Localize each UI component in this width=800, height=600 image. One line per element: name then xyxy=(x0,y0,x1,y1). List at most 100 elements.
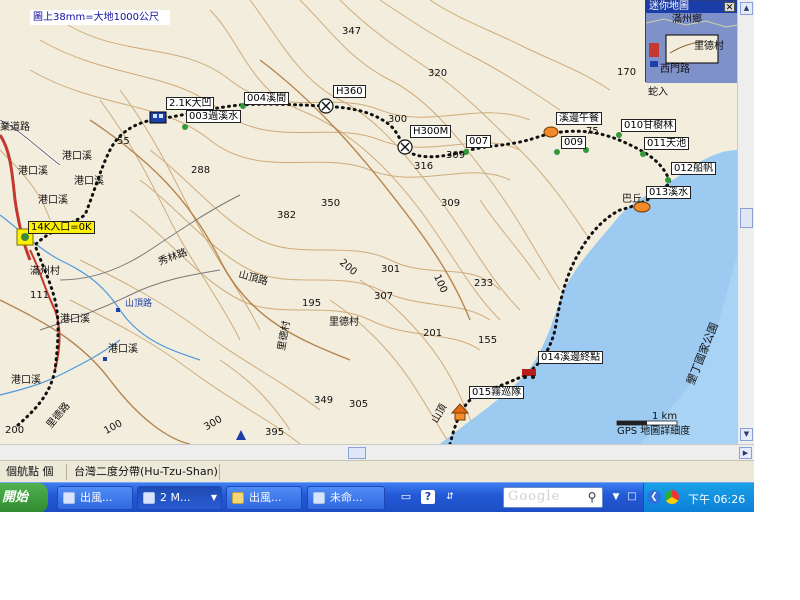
place-label: 港口溪 xyxy=(11,375,41,386)
taskbar-item[interactable]: 未命... xyxy=(307,486,385,510)
place-label: 里德村 xyxy=(329,317,359,328)
status-waypoint-count: 個航點 個 xyxy=(6,465,54,478)
place-label: 港口溪 xyxy=(108,344,138,355)
waypoint-label-start[interactable]: 14K入口=0K xyxy=(28,221,95,234)
screen: 圖上38mm=大地1000公尺 347 320 170 蛇入 300 288 3… xyxy=(0,0,754,512)
paint-icon xyxy=(313,492,325,504)
taskbar-item-label: 出風... xyxy=(249,491,282,504)
restore-icon[interactable]: □ xyxy=(625,490,639,504)
elevation-label: 55 xyxy=(117,136,130,147)
map-scale-note: 圖上38mm=大地1000公尺 xyxy=(30,10,170,25)
place-label: 港口溪 xyxy=(38,195,68,206)
help-icon[interactable]: ? xyxy=(421,490,435,504)
search-dropdown-icon[interactable]: ▼ xyxy=(609,490,623,504)
place-label: 港口溪 xyxy=(60,314,90,325)
collapse-tray-icon[interactable]: ❮ xyxy=(647,490,661,504)
elevation-label: 307 xyxy=(374,291,394,302)
elevation-label: 309 xyxy=(446,150,466,161)
waypoint-label[interactable]: 2.1K大凹 xyxy=(166,97,215,110)
taskbar-item-label: 2 M... xyxy=(160,491,191,504)
place-label: 港口溪 xyxy=(18,166,48,177)
taskbar-item-label: 出風... xyxy=(80,491,113,504)
waypoint-label[interactable]: 013溪水 xyxy=(646,186,692,199)
keyboard-icon[interactable]: ▭ xyxy=(399,490,413,504)
elevation-label: 195 xyxy=(302,298,322,309)
waypoint-label[interactable]: 015霧巡隊 xyxy=(469,386,525,399)
taskbar-item[interactable]: 出風... xyxy=(226,486,302,510)
mini-map-panel[interactable]: 迷你地圖 ✕ 滿州鄉 里德村 西門路 xyxy=(645,0,737,83)
status-datum: 台灣二度分帶(Hu-Tzu-Shan) xyxy=(74,465,218,478)
place-label: 港口溪 xyxy=(74,176,104,187)
mini-map-label: 西門路 xyxy=(660,64,690,75)
mini-map-label: 滿州鄉 xyxy=(672,14,702,25)
elevation-label: 201 xyxy=(423,328,443,339)
taskbar-item-label: 未命... xyxy=(330,491,363,504)
waypoint-label[interactable]: 007 xyxy=(466,135,492,148)
waypoint-label[interactable]: 004溪間 xyxy=(244,92,290,105)
horizontal-scroll-thumb[interactable] xyxy=(348,447,366,459)
search-box[interactable]: Google ⚲ xyxy=(503,487,603,508)
status-separator xyxy=(219,464,220,480)
folder-icon xyxy=(232,492,244,504)
taskbar: 開始 出風... 2 M... ▼ 出風... 未命... ▭ ? ⇵ Googl… xyxy=(0,482,754,512)
scroll-down-icon[interactable]: ▼ xyxy=(740,428,753,441)
vertical-scroll-thumb[interactable] xyxy=(740,208,753,228)
elevation-label: 111 xyxy=(30,290,50,301)
elevation-label: 347 xyxy=(342,26,362,37)
elevation-label: 300 xyxy=(388,114,408,125)
scale-bar-label: 1 km xyxy=(652,411,678,422)
waypoint-label[interactable]: 011天池 xyxy=(644,137,690,150)
status-bar: 個航點 個 台灣二度分帶(Hu-Tzu-Shan) xyxy=(0,460,754,482)
elevation-label: 75 xyxy=(586,126,599,137)
system-tray: ❮ 下午 06:26 xyxy=(643,483,754,512)
elevation-label: 233 xyxy=(474,278,494,289)
contour-label: 200 xyxy=(5,425,25,436)
waypoint-label[interactable]: 溪邊午餐 xyxy=(556,112,602,125)
place-label: 巴丘 xyxy=(622,194,642,205)
waypoint-label[interactable]: 009 xyxy=(561,136,587,149)
elevation-label: 320 xyxy=(428,68,448,79)
elevation-label: 350 xyxy=(321,198,341,209)
place-label: 蛇入 xyxy=(648,87,668,98)
taskbar-item[interactable]: 出風... xyxy=(57,486,133,510)
search-icon[interactable]: ⚲ xyxy=(585,490,599,504)
horizontal-scrollbar[interactable]: ▶ xyxy=(0,444,754,460)
waypoint-label[interactable]: H360 xyxy=(333,85,366,98)
mini-map-label: 里德村 xyxy=(694,41,724,52)
start-button[interactable]: 開始 xyxy=(0,483,48,512)
vertical-scrollbar[interactable]: ▲ ▼ xyxy=(737,0,754,444)
map-detail-label: GPS 地圖詳細度 xyxy=(617,426,691,437)
chrome-icon[interactable] xyxy=(665,490,679,504)
window-icon xyxy=(143,492,155,504)
elevation-label: 155 xyxy=(478,335,498,346)
waypoint-label[interactable]: 003過溪水 xyxy=(186,110,242,123)
elevation-label: 382 xyxy=(277,210,297,221)
close-icon[interactable]: ✕ xyxy=(724,2,735,13)
window-icon xyxy=(63,492,75,504)
place-label: 港口溪 xyxy=(62,151,92,162)
waypoint-label[interactable]: H300M xyxy=(410,125,452,138)
toolbar-options-icon[interactable]: ⇵ xyxy=(443,490,457,504)
elevation-label: 349 xyxy=(314,395,334,406)
place-label: 業道路 xyxy=(0,122,30,133)
dropdown-arrow-icon: ▼ xyxy=(210,493,217,502)
waypoint-label[interactable]: 010甘樹林 xyxy=(621,119,677,132)
elevation-label: 309 xyxy=(441,198,461,209)
place-label: 山頂路 xyxy=(125,299,153,309)
elevation-label: 305 xyxy=(349,399,369,410)
clock[interactable]: 下午 06:26 xyxy=(688,491,745,507)
scroll-right-icon[interactable]: ▶ xyxy=(739,447,752,459)
search-logo: Google xyxy=(508,489,561,504)
place-label: 滿州村 xyxy=(30,266,60,277)
elevation-label: 288 xyxy=(191,165,211,176)
elevation-label: 170 xyxy=(617,67,637,78)
elevation-label: 316 xyxy=(414,161,434,172)
scroll-up-icon[interactable]: ▲ xyxy=(740,2,753,15)
status-separator xyxy=(66,464,67,480)
taskbar-item[interactable]: 2 M... ▼ xyxy=(137,486,222,510)
elevation-label: 395 xyxy=(265,427,285,438)
elevation-label: 301 xyxy=(381,264,401,275)
waypoint-label[interactable]: 012船帆 xyxy=(671,162,717,175)
map-view[interactable]: 圖上38mm=大地1000公尺 347 320 170 蛇入 300 288 3… xyxy=(0,0,737,444)
waypoint-label[interactable]: 014溪邊終點 xyxy=(538,351,604,364)
